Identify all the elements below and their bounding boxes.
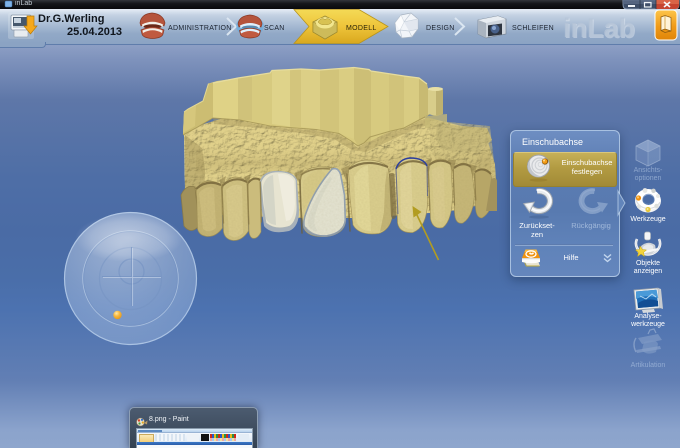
- svg-text:inLab: inLab: [563, 13, 635, 43]
